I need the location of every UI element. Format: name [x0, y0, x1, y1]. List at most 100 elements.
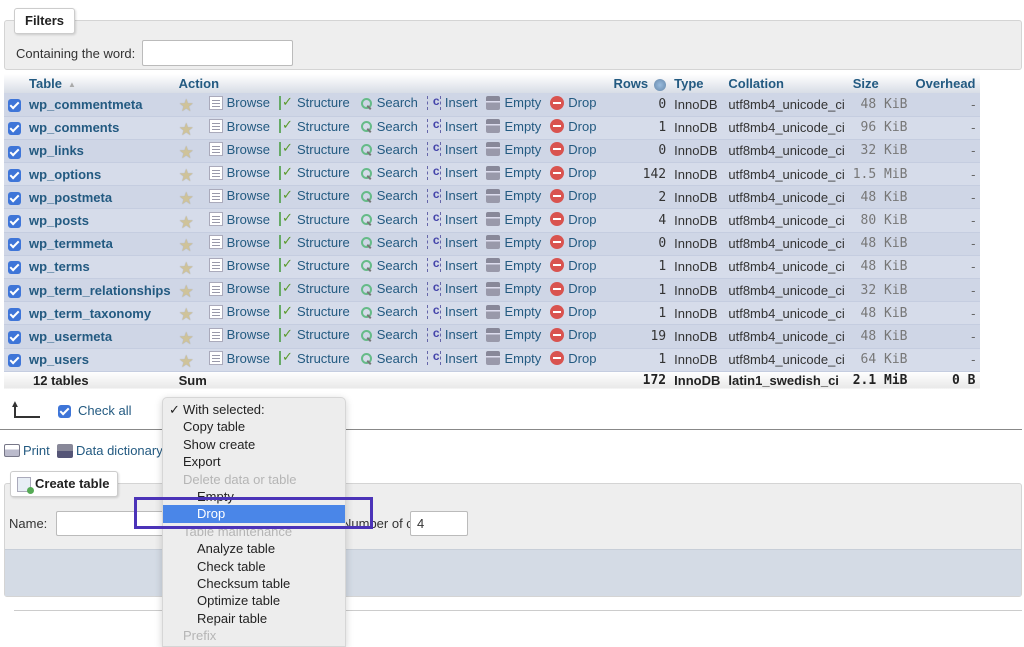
- insert-action[interactable]: Insert: [426, 187, 477, 203]
- star-icon[interactable]: ★: [179, 121, 197, 138]
- menu-item-analyze-table[interactable]: Analyze table: [163, 540, 345, 557]
- empty-action[interactable]: Empty: [486, 235, 541, 250]
- star-icon[interactable]: ★: [179, 97, 197, 114]
- structure-action[interactable]: Structure: [278, 280, 350, 296]
- table-name-link[interactable]: wp_options: [29, 167, 101, 182]
- table-name-link[interactable]: wp_commentmeta: [29, 97, 142, 112]
- star-icon[interactable]: ★: [179, 353, 197, 370]
- star-icon[interactable]: ★: [179, 283, 197, 300]
- header-type[interactable]: Type: [670, 74, 725, 93]
- star-icon[interactable]: ★: [179, 214, 197, 231]
- drop-action[interactable]: Drop: [550, 119, 596, 134]
- info-icon[interactable]: [654, 78, 667, 91]
- star-icon[interactable]: ★: [179, 167, 197, 184]
- drop-action[interactable]: Drop: [550, 142, 596, 157]
- menu-item-repair-table[interactable]: Repair table: [163, 610, 345, 627]
- drop-action[interactable]: Drop: [550, 327, 596, 342]
- header-collation[interactable]: Collation: [724, 74, 849, 93]
- browse-action[interactable]: Browse: [208, 281, 270, 296]
- header-overhead[interactable]: Overhead: [911, 74, 980, 93]
- empty-action[interactable]: Empty: [486, 142, 541, 157]
- browse-action[interactable]: Browse: [208, 258, 270, 273]
- insert-action[interactable]: Insert: [426, 164, 477, 180]
- row-checkbox[interactable]: [8, 284, 21, 298]
- print-link[interactable]: Print: [4, 443, 50, 458]
- search-action[interactable]: Search: [359, 258, 418, 273]
- columns-input[interactable]: 4: [410, 511, 468, 536]
- insert-action[interactable]: Insert: [426, 94, 477, 110]
- search-action[interactable]: Search: [359, 327, 418, 342]
- menu-item-export[interactable]: Export: [163, 453, 345, 470]
- search-action[interactable]: Search: [359, 165, 418, 180]
- browse-action[interactable]: Browse: [208, 235, 270, 250]
- insert-action[interactable]: Insert: [426, 117, 477, 134]
- star-icon[interactable]: ★: [179, 260, 197, 277]
- empty-action[interactable]: Empty: [486, 351, 541, 366]
- row-checkbox[interactable]: [8, 238, 21, 252]
- structure-action[interactable]: Structure: [278, 210, 350, 227]
- empty-action[interactable]: Empty: [486, 119, 541, 134]
- structure-action[interactable]: Structure: [278, 164, 350, 180]
- table-name-link[interactable]: wp_termmeta: [29, 236, 113, 251]
- insert-action[interactable]: Insert: [426, 140, 477, 157]
- empty-action[interactable]: Empty: [486, 304, 541, 319]
- row-checkbox[interactable]: [8, 98, 21, 112]
- table-name-link[interactable]: wp_comments: [29, 120, 119, 135]
- table-name-link[interactable]: wp_term_relationships: [29, 283, 171, 298]
- empty-action[interactable]: Empty: [486, 95, 541, 110]
- structure-action[interactable]: Structure: [278, 94, 350, 110]
- structure-action[interactable]: Structure: [278, 303, 350, 319]
- check-all-checkbox[interactable]: [58, 405, 71, 418]
- search-action[interactable]: Search: [359, 281, 418, 296]
- table-name-link[interactable]: wp_term_taxonomy: [29, 306, 151, 321]
- row-checkbox[interactable]: [8, 145, 21, 159]
- browse-action[interactable]: Browse: [208, 212, 270, 227]
- header-table[interactable]: Table ▲: [25, 74, 175, 93]
- drop-action[interactable]: Drop: [550, 351, 596, 366]
- table-name-link[interactable]: wp_posts: [29, 213, 89, 228]
- search-action[interactable]: Search: [359, 235, 418, 250]
- row-checkbox[interactable]: [8, 122, 21, 136]
- menu-item-show-create[interactable]: Show create: [163, 436, 345, 453]
- empty-action[interactable]: Empty: [486, 281, 541, 296]
- star-icon[interactable]: ★: [179, 306, 197, 323]
- browse-action[interactable]: Browse: [208, 95, 270, 110]
- search-action[interactable]: Search: [359, 95, 418, 110]
- drop-action[interactable]: Drop: [550, 235, 596, 250]
- insert-action[interactable]: Insert: [426, 256, 477, 273]
- drop-action[interactable]: Drop: [550, 95, 596, 110]
- browse-action[interactable]: Browse: [208, 142, 270, 157]
- empty-action[interactable]: Empty: [486, 165, 541, 180]
- row-checkbox[interactable]: [8, 261, 21, 275]
- row-checkbox[interactable]: [8, 354, 21, 368]
- search-action[interactable]: Search: [359, 351, 418, 366]
- table-name-link[interactable]: wp_links: [29, 143, 84, 158]
- insert-action[interactable]: Insert: [426, 233, 477, 250]
- drop-action[interactable]: Drop: [550, 165, 596, 180]
- table-name-link[interactable]: wp_postmeta: [29, 190, 112, 205]
- drop-action[interactable]: Drop: [550, 258, 596, 273]
- drop-action[interactable]: Drop: [550, 212, 596, 227]
- table-name-link[interactable]: wp_users: [29, 352, 89, 367]
- insert-action[interactable]: Insert: [426, 303, 477, 319]
- browse-action[interactable]: Browse: [208, 119, 270, 134]
- insert-action[interactable]: Insert: [426, 349, 477, 366]
- drop-action[interactable]: Drop: [550, 304, 596, 319]
- structure-action[interactable]: Structure: [278, 140, 350, 157]
- insert-action[interactable]: Insert: [426, 280, 477, 296]
- search-action[interactable]: Search: [359, 212, 418, 227]
- table-name-link[interactable]: wp_terms: [29, 259, 90, 274]
- star-icon[interactable]: ★: [179, 237, 197, 254]
- row-checkbox[interactable]: [8, 215, 21, 229]
- menu-item-check-table[interactable]: Check table: [163, 558, 345, 575]
- empty-action[interactable]: Empty: [486, 327, 541, 342]
- menu-item-checksum-table[interactable]: Checksum table: [163, 575, 345, 592]
- menu-item-optimize-table[interactable]: Optimize table: [163, 592, 345, 609]
- browse-action[interactable]: Browse: [208, 327, 270, 342]
- browse-action[interactable]: Browse: [208, 165, 270, 180]
- structure-action[interactable]: Structure: [278, 326, 350, 342]
- empty-action[interactable]: Empty: [486, 258, 541, 273]
- structure-action[interactable]: Structure: [278, 233, 350, 250]
- insert-action[interactable]: Insert: [426, 326, 477, 342]
- structure-action[interactable]: Structure: [278, 187, 350, 203]
